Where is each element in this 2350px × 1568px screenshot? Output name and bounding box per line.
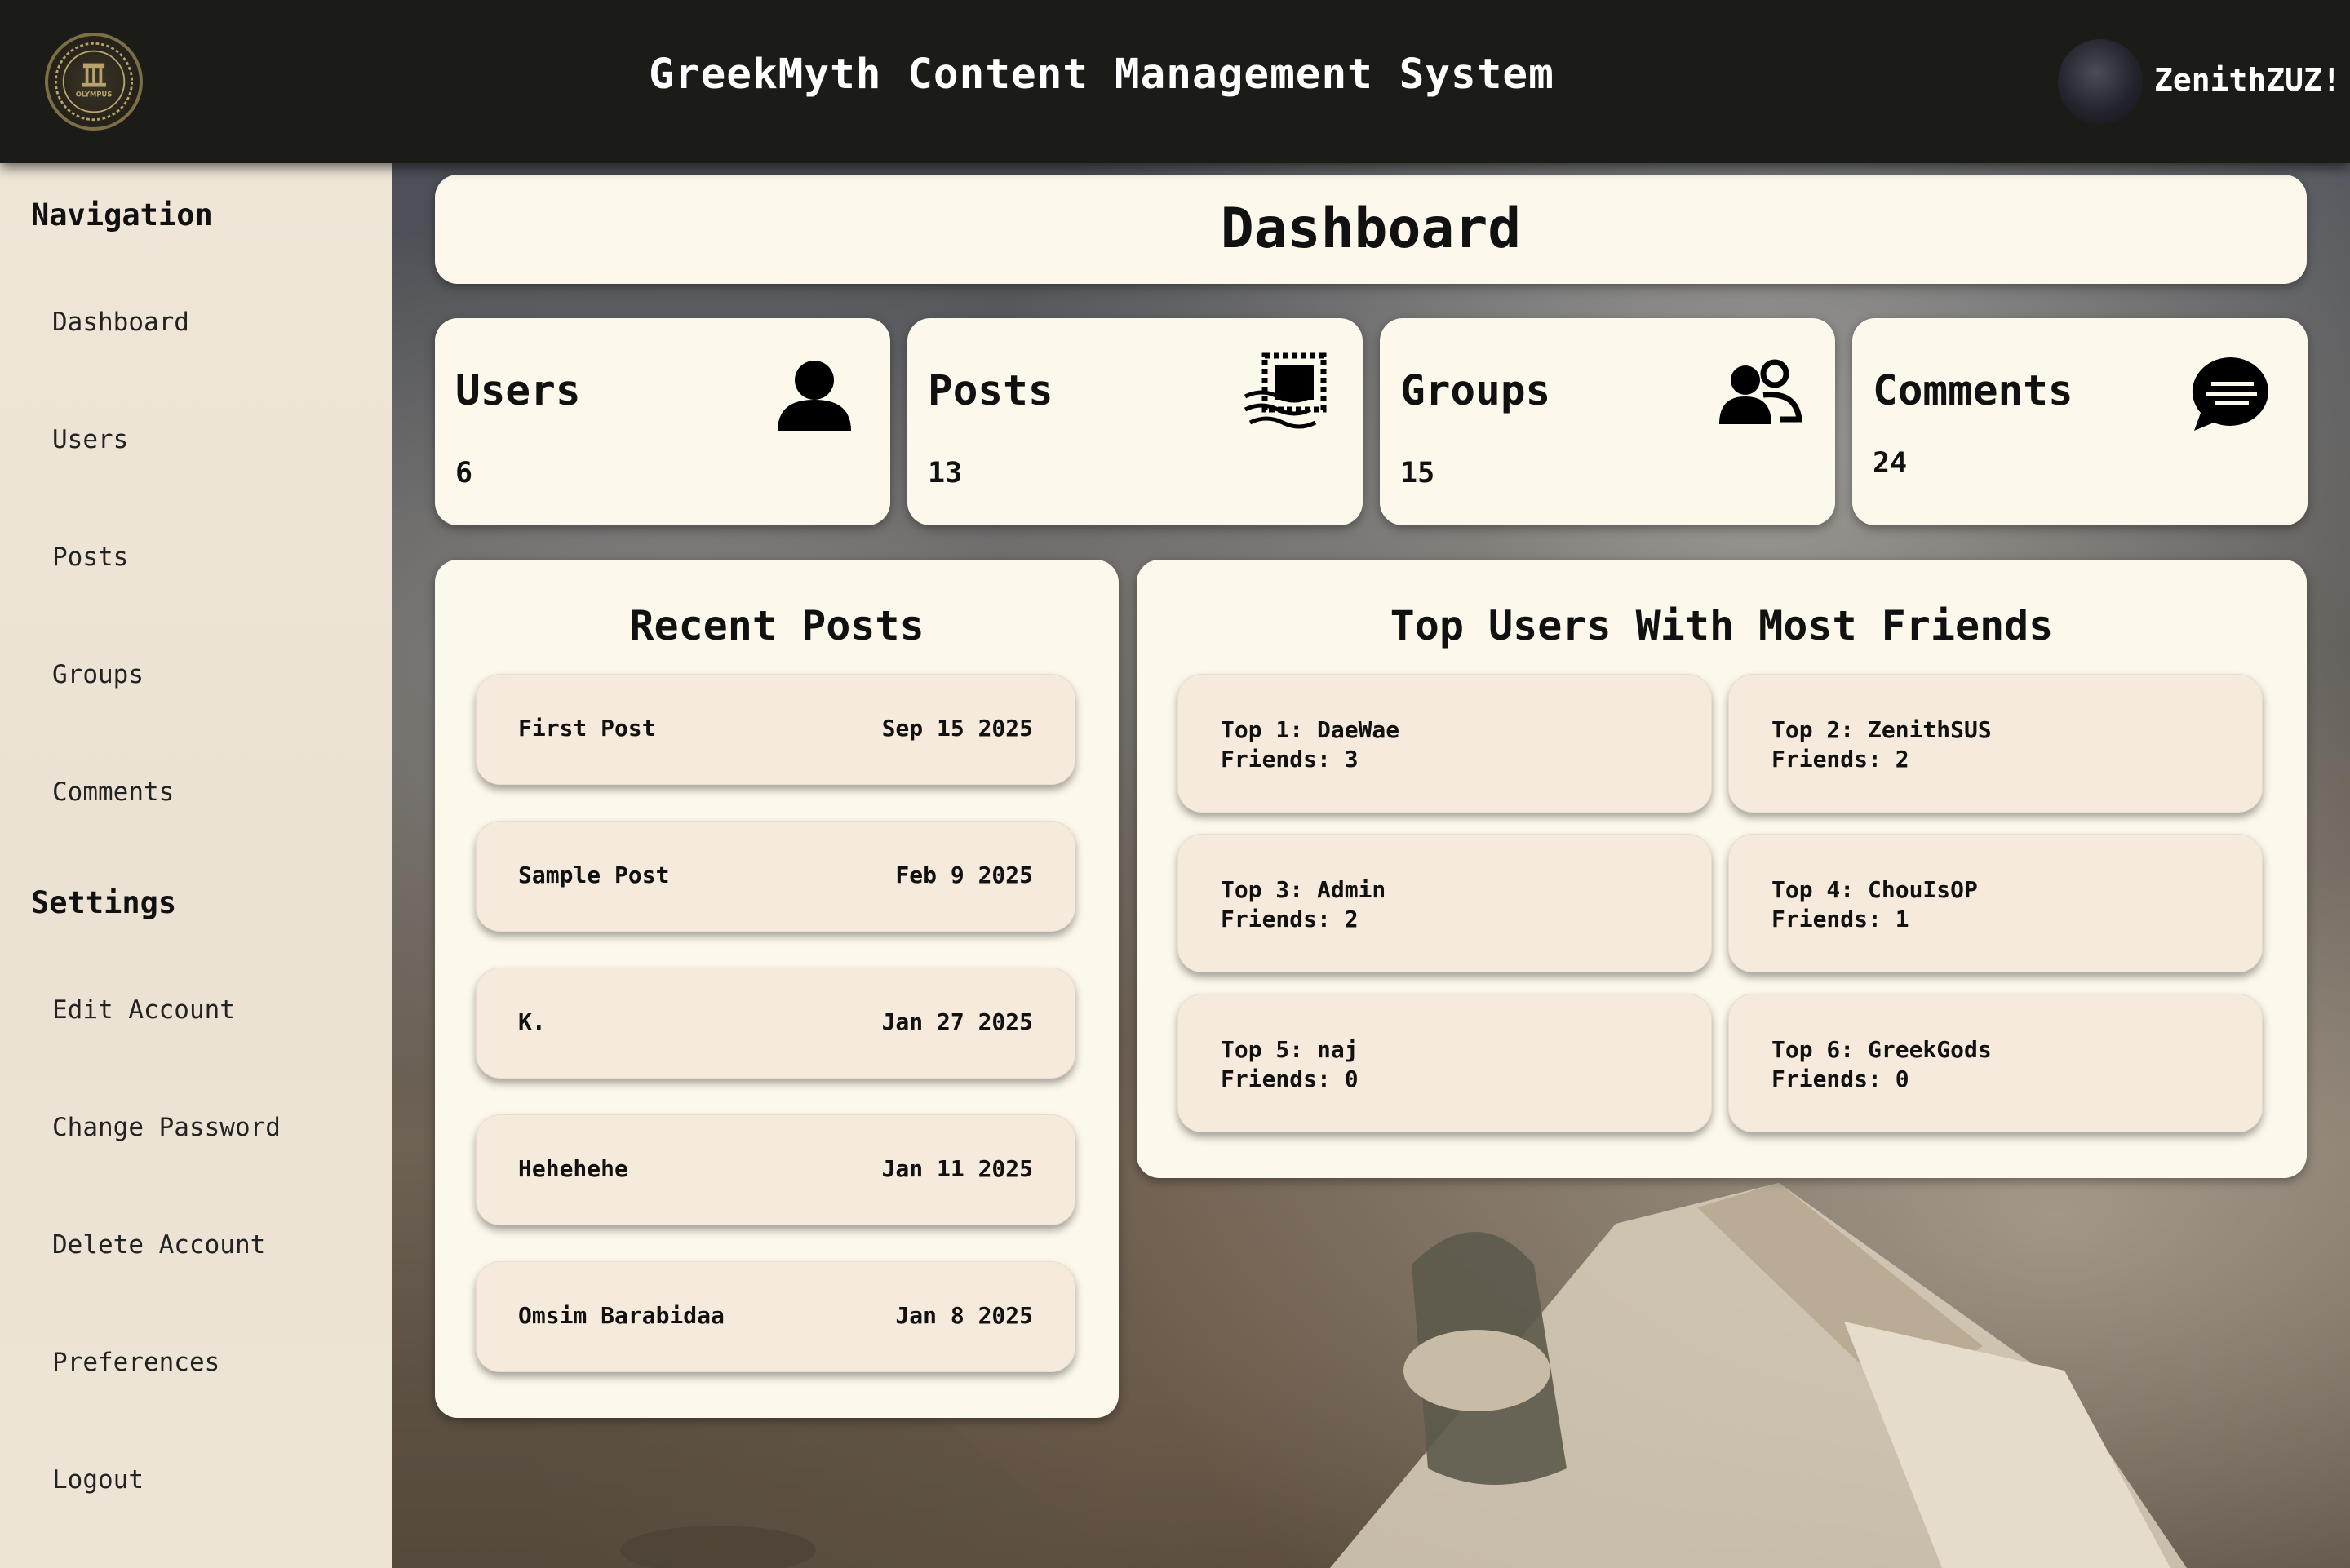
top-header: OLYMPUS GreekMyth Content Management Sys…	[0, 0, 2350, 163]
post-date: Jan 11 2025	[881, 1155, 1033, 1182]
username-label[interactable]: ZenithZUZ!	[2154, 62, 2341, 98]
post-item-1[interactable]: First Post Sep 15 2025	[476, 674, 1075, 785]
recent-posts-title: Recent Posts	[629, 602, 924, 649]
sidebar-item-change-password[interactable]: Change Password	[52, 1113, 281, 1142]
sidebar-item-groups[interactable]: Groups	[52, 660, 144, 689]
sidebar: Navigation Dashboard Users Posts Groups …	[0, 163, 392, 1568]
sidebar-item-logout[interactable]: Logout	[52, 1465, 144, 1495]
post-item-4[interactable]: Hehehehe Jan 11 2025	[476, 1114, 1075, 1225]
stat-label: Groups	[1400, 367, 1551, 415]
recent-posts-panel: Recent Posts First Post Sep 15 2025 Samp…	[435, 560, 1119, 1418]
post-date: Jan 27 2025	[881, 1008, 1033, 1035]
post-title: Sample Post	[518, 862, 670, 888]
user-avatar[interactable]	[2058, 39, 2143, 124]
top-users-title: Top Users With Most Friends	[1390, 602, 2054, 649]
post-item-5[interactable]: Omsim Barabidaa Jan 8 2025	[476, 1261, 1075, 1372]
comment-icon	[2187, 349, 2277, 439]
sidebar-item-delete-account[interactable]: Delete Account	[52, 1230, 265, 1260]
post-title: First Post	[518, 715, 656, 742]
top-user-friends: Friends: 0	[1221, 1065, 1359, 1092]
top-user-friends: Friends: 2	[1221, 906, 1359, 932]
top-user-rank: Top 2: ZenithSUS	[1771, 716, 1992, 743]
navigation-heading: Navigation	[31, 197, 213, 233]
stat-label: Comments	[1873, 367, 2073, 415]
page-title: Dashboard	[1220, 197, 1522, 261]
post-title: K.	[518, 1008, 546, 1035]
top-user-card-3[interactable]: Top 3: Admin Friends: 2	[1177, 834, 1712, 972]
sidebar-item-users[interactable]: Users	[52, 425, 128, 454]
sidebar-item-posts[interactable]: Posts	[52, 543, 128, 572]
stat-value: 6	[455, 457, 473, 489]
post-item-2[interactable]: Sample Post Feb 9 2025	[476, 821, 1075, 932]
app-title: GreekMyth Content Management System	[649, 51, 1554, 99]
top-user-friends: Friends: 2	[1771, 746, 1909, 773]
stat-card-comments[interactable]: Comments 24	[1852, 318, 2308, 525]
stat-card-groups[interactable]: Groups 15	[1380, 318, 1835, 525]
top-user-card-4[interactable]: Top 4: ChouIsOP Friends: 1	[1728, 834, 2263, 972]
top-user-friends: Friends: 0	[1771, 1065, 1909, 1092]
top-user-card-6[interactable]: Top 6: GreekGods Friends: 0	[1728, 994, 2263, 1132]
post-date: Feb 9 2025	[895, 862, 1033, 888]
top-user-rank: Top 6: GreekGods	[1771, 1036, 1992, 1063]
top-user-rank: Top 3: Admin	[1221, 876, 1386, 903]
top-user-rank: Top 4: ChouIsOP	[1771, 876, 1978, 903]
group-icon	[1714, 349, 1804, 439]
sidebar-item-preferences[interactable]: Preferences	[52, 1348, 219, 1377]
top-user-friends: Friends: 1	[1771, 906, 1909, 932]
svg-text:OLYMPUS: OLYMPUS	[76, 91, 113, 99]
post-stamp-icon	[1242, 349, 1332, 439]
top-user-card-2[interactable]: Top 2: ZenithSUS Friends: 2	[1728, 674, 2263, 813]
post-date: Sep 15 2025	[881, 715, 1033, 742]
top-user-card-1[interactable]: Top 1: DaeWae Friends: 3	[1177, 674, 1712, 813]
sidebar-item-dashboard[interactable]: Dashboard	[52, 308, 189, 337]
sidebar-item-comments[interactable]: Comments	[52, 777, 174, 807]
top-user-rank: Top 1: DaeWae	[1221, 716, 1400, 743]
stat-value: 24	[1873, 447, 1908, 480]
post-title: Hehehehe	[518, 1155, 628, 1182]
stat-value: 13	[928, 457, 963, 489]
stat-card-users[interactable]: Users 6	[435, 318, 890, 525]
top-user-friends: Friends: 3	[1221, 746, 1359, 773]
post-item-3[interactable]: K. Jan 27 2025	[476, 968, 1075, 1079]
post-title: Omsim Barabidaa	[518, 1302, 725, 1329]
stat-label: Posts	[928, 367, 1053, 415]
stat-label: Users	[455, 367, 581, 415]
olympus-logo[interactable]: OLYMPUS	[45, 33, 143, 131]
top-user-rank: Top 5: naj	[1221, 1036, 1359, 1063]
post-date: Jan 8 2025	[895, 1302, 1033, 1329]
sidebar-item-edit-account[interactable]: Edit Account	[52, 995, 235, 1025]
top-user-card-5[interactable]: Top 5: naj Friends: 0	[1177, 994, 1712, 1132]
top-users-panel: Top Users With Most Friends Top 1: DaeWa…	[1137, 560, 2307, 1178]
page-title-panel: Dashboard	[435, 175, 2307, 284]
stat-card-posts[interactable]: Posts 13	[907, 318, 1363, 525]
user-icon	[769, 349, 859, 439]
settings-heading: Settings	[31, 885, 177, 920]
stat-value: 15	[1400, 457, 1435, 489]
